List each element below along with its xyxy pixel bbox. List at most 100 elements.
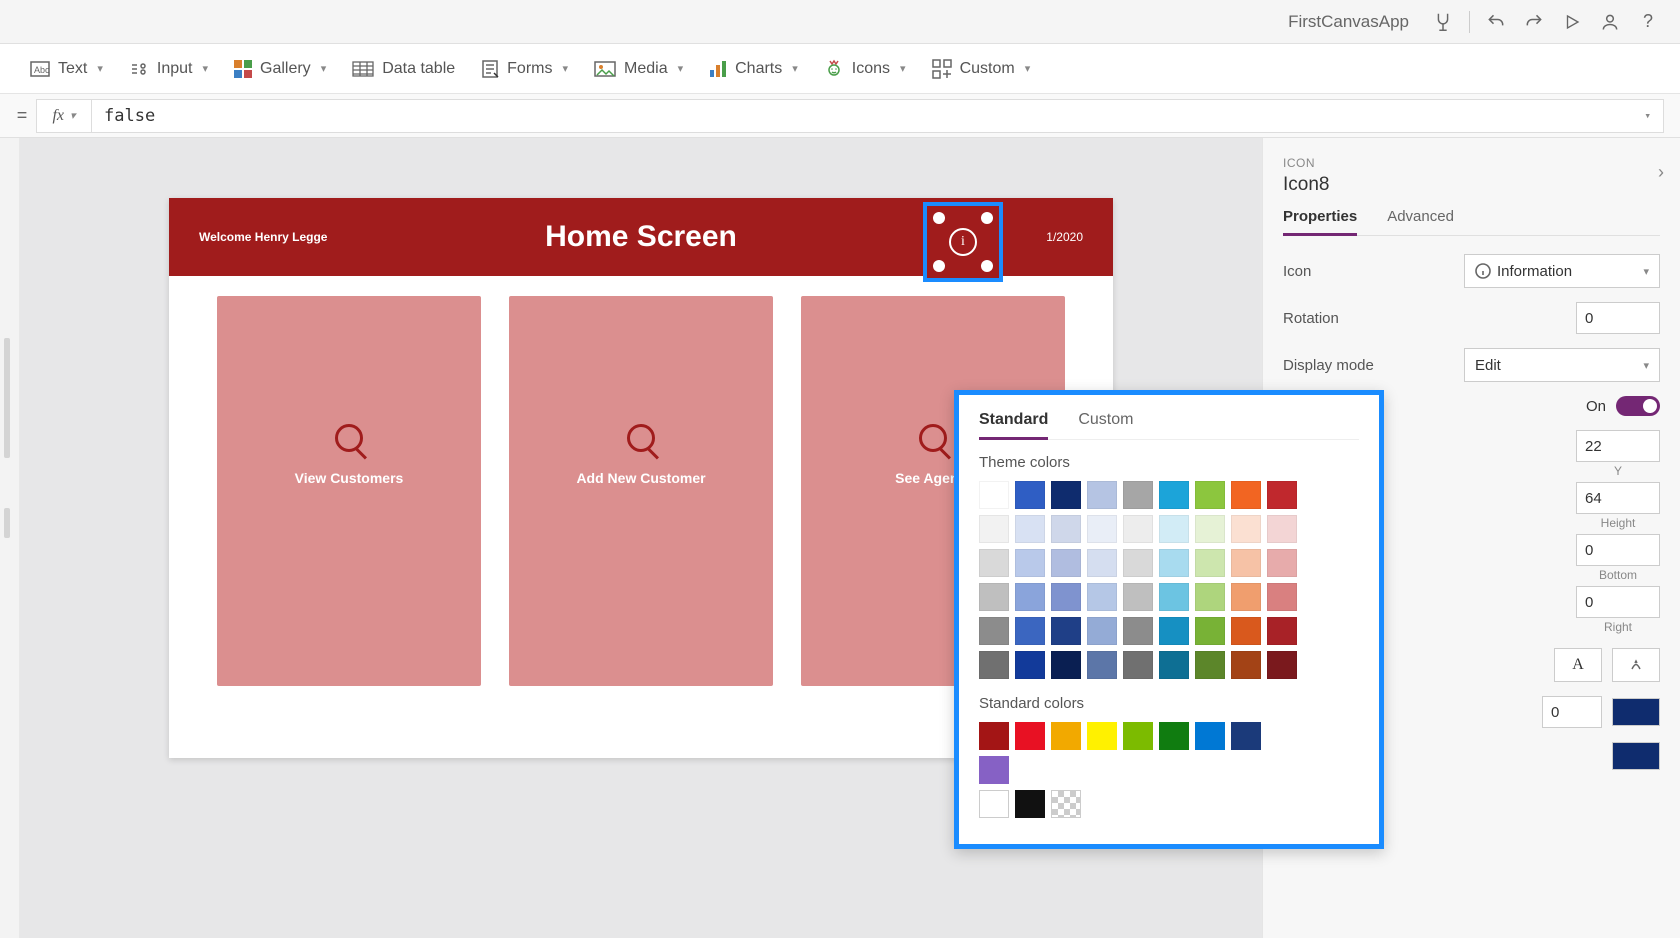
color-swatch[interactable] (1195, 515, 1225, 543)
color-swatch[interactable] (1267, 651, 1297, 679)
color-swatch[interactable] (1159, 481, 1189, 509)
color-swatch[interactable] (979, 651, 1009, 679)
insert-charts[interactable]: Charts▾ (709, 60, 798, 78)
color-swatch[interactable] (1051, 583, 1081, 611)
color-swatch[interactable] (1087, 722, 1117, 750)
play-icon[interactable] (1556, 6, 1588, 38)
tab-advanced[interactable]: Advanced (1387, 208, 1454, 235)
color-swatch[interactable] (1015, 481, 1045, 509)
help-icon[interactable]: ? (1632, 6, 1664, 38)
redo-icon[interactable] (1518, 6, 1550, 38)
color-swatch[interactable] (979, 790, 1009, 818)
color-swatch[interactable] (1087, 481, 1117, 509)
no-color-swatch[interactable] (1051, 790, 1081, 818)
border-width-input[interactable]: 0 (1542, 696, 1602, 728)
color-swatch-2[interactable] (1612, 742, 1660, 770)
color-swatch[interactable] (979, 617, 1009, 645)
color-swatch[interactable] (1159, 583, 1189, 611)
color-swatch[interactable] (1123, 549, 1153, 577)
resize-handle[interactable] (981, 212, 993, 224)
color-swatch[interactable] (1195, 617, 1225, 645)
color-swatch[interactable] (1123, 515, 1153, 543)
color-swatch[interactable] (1051, 515, 1081, 543)
resize-handle[interactable] (933, 260, 945, 272)
color-swatch[interactable] (1231, 722, 1261, 750)
account-icon[interactable] (1594, 6, 1626, 38)
color-swatch[interactable] (1087, 549, 1117, 577)
tab-properties[interactable]: Properties (1283, 208, 1357, 236)
visible-toggle[interactable] (1616, 396, 1660, 416)
color-swatch[interactable] (1267, 515, 1297, 543)
color-swatch[interactable] (1195, 722, 1225, 750)
insert-forms[interactable]: Forms▾ (481, 59, 568, 79)
color-swatch-1[interactable] (1612, 698, 1660, 726)
color-swatch[interactable] (1195, 583, 1225, 611)
insert-icons[interactable]: Icons▾ (824, 59, 906, 79)
color-swatch[interactable] (1015, 722, 1045, 750)
color-swatch[interactable] (979, 481, 1009, 509)
color-swatch[interactable] (1231, 481, 1261, 509)
display-mode-select[interactable]: Edit▾ (1464, 348, 1660, 382)
color-swatch[interactable] (979, 515, 1009, 543)
color-swatch[interactable] (979, 583, 1009, 611)
picker-tab-custom[interactable]: Custom (1078, 411, 1133, 439)
fx-button[interactable]: fx▾ (36, 99, 92, 133)
auto-height-button[interactable] (1612, 648, 1660, 682)
color-swatch[interactable] (1015, 515, 1045, 543)
color-swatch[interactable] (1159, 651, 1189, 679)
color-swatch[interactable] (1123, 722, 1153, 750)
color-swatch[interactable] (1015, 651, 1045, 679)
color-swatch[interactable] (1123, 651, 1153, 679)
color-swatch[interactable] (1051, 549, 1081, 577)
icon-select[interactable]: Information▾ (1464, 254, 1660, 288)
color-swatch[interactable] (1159, 722, 1189, 750)
height-input[interactable]: 64 (1576, 482, 1660, 514)
color-swatch[interactable] (1123, 583, 1153, 611)
color-swatch[interactable] (1087, 583, 1117, 611)
undo-icon[interactable] (1480, 6, 1512, 38)
rail-handle-2[interactable] (4, 508, 10, 538)
color-swatch[interactable] (1231, 549, 1261, 577)
color-swatch[interactable] (1195, 651, 1225, 679)
color-swatch[interactable] (979, 549, 1009, 577)
rotation-input[interactable]: 0 (1576, 302, 1660, 334)
panel-expand-icon[interactable]: › (1658, 162, 1664, 183)
color-swatch[interactable] (1051, 722, 1081, 750)
picker-tab-standard[interactable]: Standard (979, 411, 1048, 440)
color-swatch[interactable] (1051, 481, 1081, 509)
padding-right-input[interactable]: 0 (1576, 586, 1660, 618)
padding-bottom-input[interactable]: 0 (1576, 534, 1660, 566)
color-swatch[interactable] (1231, 651, 1261, 679)
y-input[interactable]: 22 (1576, 430, 1660, 462)
insert-media[interactable]: Media▾ (594, 60, 683, 78)
color-swatch[interactable] (1087, 617, 1117, 645)
resize-handle[interactable] (933, 212, 945, 224)
color-swatch[interactable] (1267, 583, 1297, 611)
app-checker-icon[interactable] (1427, 6, 1459, 38)
card-add-customer[interactable]: Add New Customer (509, 296, 773, 686)
insert-gallery[interactable]: Gallery▾ (234, 60, 326, 78)
color-swatch[interactable] (1087, 651, 1117, 679)
color-swatch[interactable] (1267, 481, 1297, 509)
insert-datatable[interactable]: Data table (352, 60, 455, 78)
color-swatch[interactable] (1195, 549, 1225, 577)
color-swatch[interactable] (1051, 617, 1081, 645)
insert-text[interactable]: AbcText▾ (30, 60, 103, 78)
color-swatch[interactable] (1123, 481, 1153, 509)
color-swatch[interactable] (1159, 515, 1189, 543)
color-swatch[interactable] (979, 756, 1009, 784)
color-swatch[interactable] (1015, 790, 1045, 818)
color-swatch[interactable] (1267, 549, 1297, 577)
color-swatch[interactable] (1015, 549, 1045, 577)
color-swatch[interactable] (1231, 515, 1261, 543)
resize-handle[interactable] (981, 260, 993, 272)
color-swatch[interactable] (1123, 617, 1153, 645)
rail-handle[interactable] (4, 338, 10, 458)
insert-custom[interactable]: Custom▾ (932, 59, 1031, 79)
color-swatch[interactable] (1159, 617, 1189, 645)
color-swatch[interactable] (1015, 583, 1045, 611)
color-swatch[interactable] (1051, 651, 1081, 679)
formula-expand-icon[interactable]: ▾ (1644, 109, 1651, 122)
insert-input[interactable]: Input▾ (129, 60, 208, 78)
color-swatch[interactable] (1231, 583, 1261, 611)
